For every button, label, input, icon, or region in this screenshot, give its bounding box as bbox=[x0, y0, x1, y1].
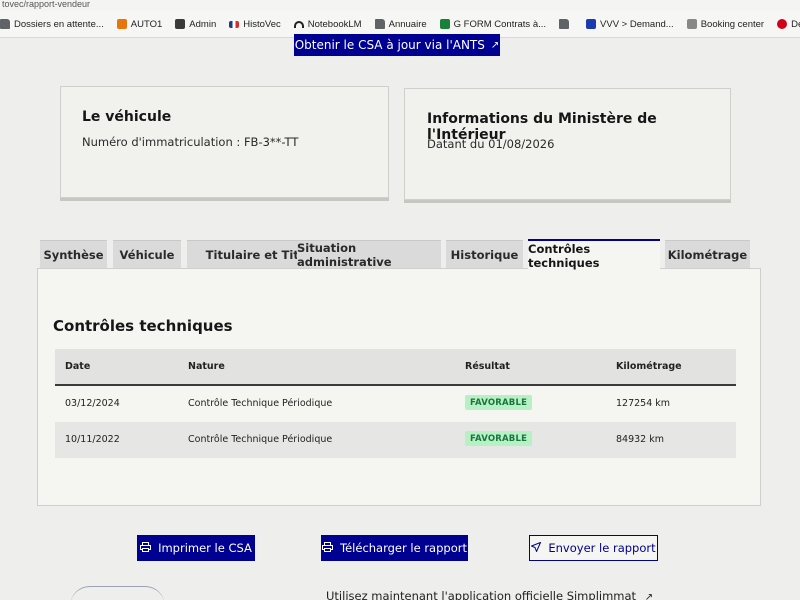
bookmark-gform[interactable]: G FORM Contrats à... bbox=[439, 18, 547, 30]
bookmark-booking[interactable]: Booking center bbox=[686, 18, 765, 30]
get-csa-button[interactable]: Obtenir le CSA à jour via l'ANTS ↗ bbox=[294, 34, 500, 56]
printer-icon bbox=[140, 541, 152, 555]
bookmark-dossiers[interactable]: Dossiers en attente... bbox=[0, 19, 104, 30]
status-badge: FAVORABLE bbox=[465, 395, 533, 410]
admin-icon bbox=[175, 19, 186, 29]
cell-date: 03/12/2024 bbox=[65, 398, 120, 409]
send-report-button[interactable]: Envoyer le rapport bbox=[529, 535, 658, 561]
download-report-button[interactable]: Télécharger le rapport bbox=[321, 535, 468, 561]
bookmark-label: NotebookLM bbox=[307, 18, 362, 30]
table-header: Date Nature Résultat Kilométrage bbox=[55, 349, 736, 386]
folder-icon bbox=[0, 19, 10, 29]
bookmark-demqualite[interactable]: Dem Qualité 3.0 bbox=[777, 19, 800, 30]
bookmark-label: Dem Qualité 3.0 bbox=[791, 18, 800, 30]
cell-nature: Contrôle Technique Périodique bbox=[188, 398, 333, 409]
bookmark-notebooklm[interactable]: NotebookLM bbox=[293, 18, 362, 30]
bookmark-label: Admin bbox=[189, 18, 217, 30]
simplimmat-label: Utilisez maintenant l'application offici… bbox=[326, 589, 637, 600]
send-icon bbox=[531, 541, 542, 555]
bookmark-annuaire[interactable]: Annuaire bbox=[374, 18, 427, 30]
get-csa-label: Obtenir le CSA à jour via l'ANTS bbox=[294, 38, 485, 52]
folder-icon bbox=[374, 19, 385, 29]
plate-number: Numéro d'immatriculation : FB-3**-TT bbox=[82, 135, 299, 149]
bookmark-label: Booking center bbox=[700, 18, 765, 30]
external-link-icon: ↗ bbox=[644, 592, 654, 600]
cell-date: 10/11/2022 bbox=[65, 434, 120, 445]
tab-historique[interactable]: Historique bbox=[446, 240, 523, 268]
simplimmat-link[interactable]: Utilisez maintenant l'application offici… bbox=[326, 589, 653, 600]
bookmark-admin[interactable]: Admin bbox=[175, 19, 216, 30]
tab-situation-administrative[interactable]: Situation administrative bbox=[297, 240, 441, 269]
status-badge: FAVORABLE bbox=[465, 431, 533, 446]
bookmark-folder[interactable] bbox=[559, 19, 573, 29]
section-title: Contrôles techniques bbox=[53, 317, 233, 335]
car-illustration bbox=[70, 586, 165, 600]
bookmark-label: HistoVec bbox=[243, 18, 281, 30]
bookmark-label: Dossiers en attente... bbox=[14, 18, 104, 30]
bookmark-histovec[interactable]: HistoVec bbox=[229, 19, 281, 30]
bookmark-label: G FORM Contrats à... bbox=[453, 18, 547, 30]
cell-kilometrage: 127254 km bbox=[616, 398, 671, 409]
histovec-icon bbox=[229, 20, 240, 28]
download-report-label: Télécharger le rapport bbox=[340, 541, 467, 555]
tab-kilometrage[interactable]: Kilométrage bbox=[665, 240, 750, 268]
vvv-icon bbox=[586, 19, 597, 29]
table-row: 10/11/2022 Contrôle Technique Périodique… bbox=[55, 422, 736, 458]
column-header-date: Date bbox=[65, 361, 91, 372]
demqualite-icon bbox=[777, 19, 788, 29]
bookmark-label: AUTO1 bbox=[130, 18, 163, 30]
print-csa-button[interactable]: Imprimer le CSA bbox=[137, 535, 255, 561]
notebooklm-icon bbox=[293, 20, 304, 28]
gform-icon bbox=[439, 19, 450, 29]
tab-controles-techniques[interactable]: Contrôles techniques bbox=[528, 239, 660, 270]
tab-synthese[interactable]: Synthèse bbox=[40, 240, 107, 268]
print-csa-label: Imprimer le CSA bbox=[158, 541, 252, 555]
address-bar[interactable]: tovec/rapport-vendeur bbox=[0, 0, 800, 11]
table-row: 03/12/2024 Contrôle Technique Périodique… bbox=[55, 386, 736, 422]
bookmark-label: VVV > Demand... bbox=[600, 18, 674, 30]
column-header-nature: Nature bbox=[188, 361, 225, 372]
bookmark-vvv[interactable]: VVV > Demand... bbox=[586, 19, 674, 30]
vehicle-card-title: Le véhicule bbox=[82, 109, 172, 125]
column-header-kilometrage: Kilométrage bbox=[616, 361, 682, 372]
booking-icon bbox=[686, 19, 697, 29]
tab-panel-controles: Contrôles techniques Date Nature Résulta… bbox=[37, 268, 761, 506]
cell-kilometrage: 84932 km bbox=[616, 434, 664, 445]
ministere-card: Informations du Ministère de l'Intérieur… bbox=[404, 88, 731, 200]
address-url: tovec/rapport-vendeur bbox=[2, 0, 91, 9]
external-link-icon: ↗ bbox=[490, 39, 500, 51]
folder-icon bbox=[559, 19, 570, 29]
column-header-resultat: Résultat bbox=[465, 361, 510, 372]
bookmark-label: Annuaire bbox=[388, 18, 427, 30]
tab-vehicule[interactable]: Véhicule bbox=[113, 240, 181, 268]
cell-nature: Contrôle Technique Périodique bbox=[188, 434, 333, 445]
ministere-date: Datant du 01/08/2026 bbox=[427, 137, 555, 151]
bookmark-auto1[interactable]: AUTO1 bbox=[116, 18, 163, 30]
controles-table: Date Nature Résultat Kilométrage 03/12/2… bbox=[55, 349, 736, 458]
send-report-label: Envoyer le rapport bbox=[548, 541, 656, 555]
printer-icon bbox=[322, 541, 334, 555]
auto1-icon bbox=[116, 19, 127, 29]
vehicle-card: Le véhicule Numéro d'immatriculation : F… bbox=[60, 86, 389, 198]
